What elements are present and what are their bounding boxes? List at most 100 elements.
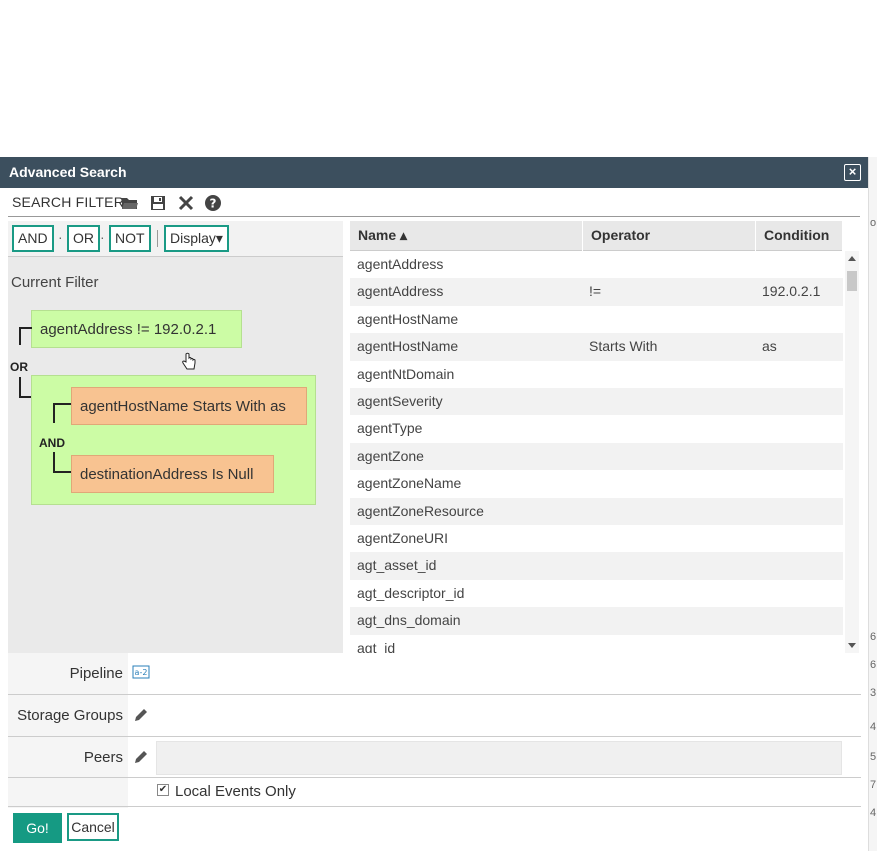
- cell-operator: Starts With: [589, 338, 658, 355]
- cell-name: agentAddress: [357, 283, 444, 300]
- table-header: Name ▴ Operator Condition: [350, 221, 843, 251]
- separator-bar: [157, 230, 158, 247]
- cell-name: agt_id: [357, 639, 396, 653]
- table-row[interactable]: agentAddress: [350, 251, 843, 278]
- filter-node-agent-address[interactable]: agentAddress != 192.0.2.1: [31, 310, 242, 348]
- cell-name: agentHostName: [357, 338, 459, 355]
- or-button[interactable]: OR: [67, 225, 100, 252]
- folder-open-icon[interactable]: [121, 194, 139, 212]
- storage-groups-label: Storage Groups: [17, 707, 123, 724]
- go-button[interactable]: Go!: [13, 813, 62, 843]
- current-filter-heading: Current Filter: [11, 274, 99, 291]
- cell-name: agentZoneName: [357, 475, 462, 492]
- filter-node-agent-host-name[interactable]: agentHostName Starts With as: [71, 387, 307, 425]
- separator-dot: ·: [58, 229, 63, 245]
- scroll-down-icon[interactable]: [848, 643, 856, 648]
- save-icon[interactable]: [149, 194, 167, 212]
- hand-cursor-icon: [182, 352, 196, 370]
- not-button[interactable]: NOT: [109, 225, 151, 252]
- dialog-title: Advanced Search: [9, 164, 127, 180]
- svg-text:?: ?: [210, 197, 217, 211]
- cell-operator: !=: [589, 283, 602, 300]
- pipeline-label: Pipeline: [69, 665, 123, 682]
- cell-name: agentHostName: [357, 310, 459, 327]
- display-dropdown[interactable]: Display▾: [164, 225, 229, 252]
- table-row[interactable]: agentZone: [350, 442, 843, 471]
- table-row[interactable]: agt_dns_domain: [350, 607, 843, 635]
- tree-connector: [53, 452, 55, 472]
- tree-connector: [53, 403, 55, 423]
- strip-char: 6: [870, 631, 877, 643]
- edit-pencil-icon[interactable]: [133, 707, 149, 723]
- clear-icon[interactable]: [177, 194, 195, 212]
- table-row[interactable]: agentAddress != 192.0.2.1: [350, 278, 843, 306]
- strip-char: 3: [870, 687, 877, 699]
- tree-connector: [19, 377, 21, 397]
- scroll-thumb[interactable]: [847, 271, 857, 291]
- pipeline-icon[interactable]: a-2: [132, 665, 150, 679]
- column-header-operator[interactable]: Operator: [583, 221, 756, 251]
- separator-dot: ·: [100, 229, 105, 245]
- filter-node-destination-address[interactable]: destinationAddress Is Null: [71, 455, 274, 493]
- pipeline-row: Pipeline a-2: [8, 653, 861, 695]
- table-scrollbar[interactable]: [845, 251, 859, 653]
- table-row[interactable]: agentHostName: [350, 306, 843, 333]
- cell-name: agt_dns_domain: [357, 612, 461, 629]
- cell-name: agentSeverity: [357, 393, 443, 409]
- table-row[interactable]: agt_id: [350, 635, 843, 653]
- edit-pencil-icon[interactable]: [133, 749, 149, 765]
- cell-name: agentZone: [357, 447, 424, 464]
- strip-char: 7: [870, 779, 877, 791]
- and-button[interactable]: AND: [12, 225, 54, 252]
- peers-row: Peers: [8, 737, 861, 778]
- tree-connector: [53, 471, 71, 473]
- local-events-checkbox[interactable]: ✔: [157, 784, 169, 796]
- cell-name: agentZoneResource: [357, 502, 484, 519]
- strip-char: o: [870, 217, 877, 229]
- strip-char: 5: [870, 751, 877, 763]
- cancel-button[interactable]: Cancel: [67, 813, 119, 841]
- peers-label: Peers: [83, 749, 123, 766]
- local-events-label: Local Events Only: [175, 783, 296, 800]
- cell-condition: 192.0.2.1: [762, 283, 821, 300]
- table-row[interactable]: agentZoneResource: [350, 497, 843, 525]
- peers-input[interactable]: [156, 741, 842, 775]
- cell-condition: as: [762, 338, 777, 355]
- table-row[interactable]: agt_descriptor_id: [350, 580, 843, 607]
- scroll-up-icon[interactable]: [848, 256, 856, 261]
- table-row[interactable]: agentType: [350, 415, 843, 442]
- search-filter-label: SEARCH FILTER: [12, 194, 125, 210]
- advanced-search-dialog: Advanced Search × SEARCH FILTER ? AND · …: [0, 157, 868, 851]
- background-page-edge: o 6 6 3 4 5 7 4: [868, 157, 877, 851]
- filter-builder-pane: AND · OR · NOT Display▾ Current Filter a…: [8, 221, 343, 653]
- table-row[interactable]: agentHostName Starts With as: [350, 333, 843, 361]
- strip-char: 4: [870, 721, 877, 733]
- help-icon[interactable]: ?: [204, 194, 222, 212]
- footer-divider: [8, 806, 861, 807]
- cell-name: agentAddress: [357, 256, 444, 272]
- search-filter-toolbar: SEARCH FILTER ?: [8, 188, 860, 217]
- cell-name: agentNtDomain: [357, 365, 455, 382]
- close-button[interactable]: ×: [844, 164, 861, 181]
- strip-char: 4: [870, 807, 877, 819]
- table-row[interactable]: agentZoneURI: [350, 525, 843, 552]
- and-operator-label: AND: [39, 436, 65, 450]
- storage-groups-row: Storage Groups: [8, 695, 861, 737]
- tree-connector: [53, 403, 71, 405]
- or-operator-label: OR: [10, 360, 28, 374]
- strip-char: 6: [870, 659, 877, 671]
- svg-text:a-2: a-2: [135, 668, 148, 677]
- table-row[interactable]: agt_asset_id: [350, 552, 843, 580]
- table-row[interactable]: agentNtDomain: [350, 361, 843, 388]
- cell-name: agt_asset_id: [357, 557, 437, 574]
- table-row[interactable]: agentSeverity: [350, 388, 843, 416]
- cell-name: agentZoneURI: [357, 530, 449, 546]
- column-header-name[interactable]: Name ▴: [350, 221, 583, 251]
- operator-bar: AND · OR · NOT Display▾: [8, 221, 343, 257]
- tree-connector: [19, 327, 21, 345]
- table-row[interactable]: agentZoneName: [350, 470, 843, 497]
- dialog-titlebar: Advanced Search ×: [0, 157, 868, 188]
- cell-name: agt_descriptor_id: [357, 584, 465, 601]
- column-header-condition[interactable]: Condition: [756, 221, 843, 251]
- cell-name: agentType: [357, 420, 423, 437]
